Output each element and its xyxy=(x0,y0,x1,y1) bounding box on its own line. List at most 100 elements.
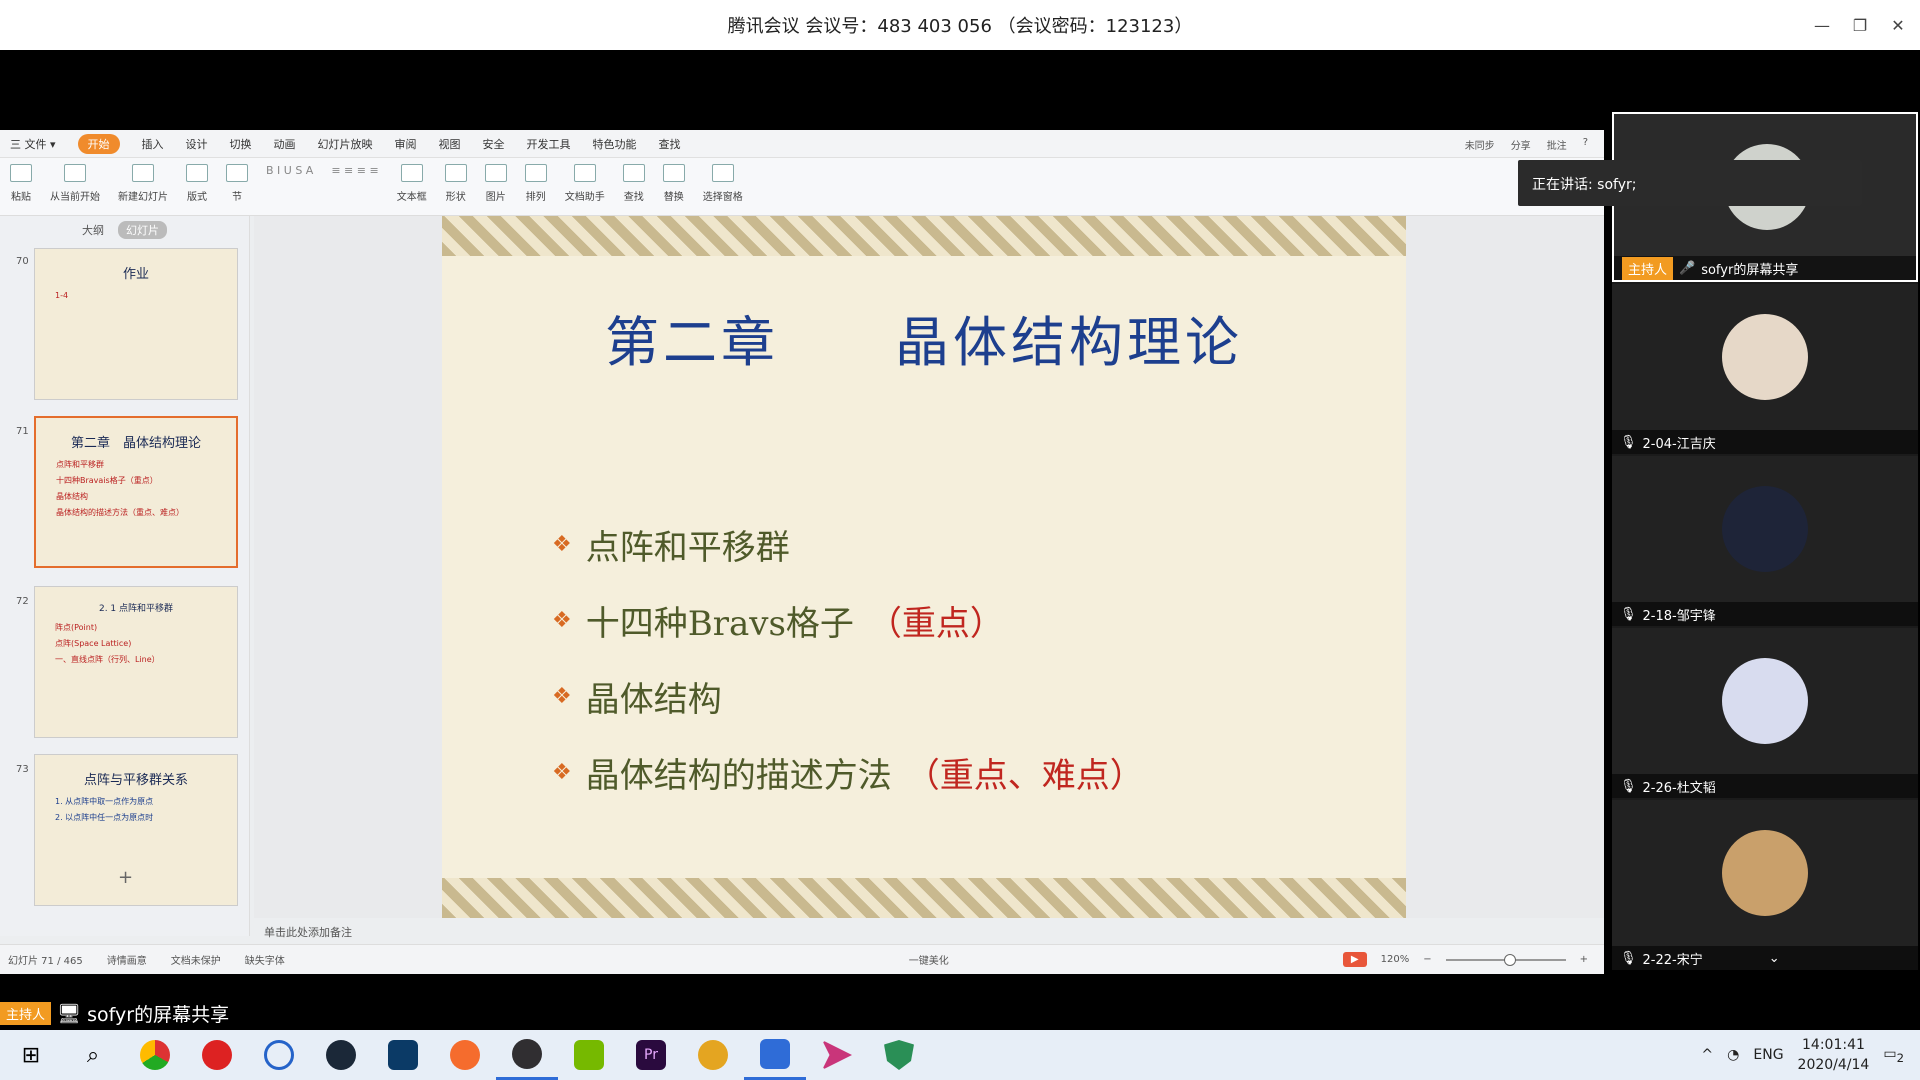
premiere-icon[interactable]: Pr xyxy=(620,1030,682,1080)
windows-start-icon[interactable]: ⊞ xyxy=(0,1030,62,1080)
section-button[interactable]: 节 xyxy=(226,164,248,203)
windows-taskbar: ⊞ ⌕ Pr ^ ◔ ENG 14:01:41 2020/4/14 ▭2 xyxy=(0,1030,1920,1080)
chrome-icon[interactable] xyxy=(124,1030,186,1080)
menu-start[interactable]: 开始 xyxy=(77,133,120,154)
slide-thumb-72[interactable]: 2. 1 点阵和平移群 阵点(Point) 点阵(Space Lattice) … xyxy=(34,586,238,738)
wifi-icon[interactable]: ◔ xyxy=(1727,1047,1739,1063)
obs-icon[interactable] xyxy=(496,1030,558,1080)
zoom-slider[interactable] xyxy=(1445,953,1566,966)
slide-canvas: 第二章 晶体结构理论 ❖ 点阵和平移群 ❖ 十四种Bravs格子 （重点） ❖ 晶体结构… xyxy=(254,216,1604,918)
arrow-app-icon[interactable] xyxy=(806,1030,868,1080)
comment-button[interactable]: 批注 xyxy=(1547,137,1567,152)
play-from-current-button[interactable]: 从当前开始 xyxy=(50,164,100,203)
participant-tile[interactable]: 🎙 2-26-杜文韬 xyxy=(1612,628,1918,798)
participant-tile[interactable]: 🎙 2-04-江吉庆 xyxy=(1612,284,1918,454)
thumb-number: 72 xyxy=(16,596,29,607)
shape-button[interactable]: 形状 xyxy=(444,164,467,203)
slide-thumb-73[interactable]: 点阵与平移群关系 1. 从点阵中取一点作为原点 2. 以点阵中任一点为原点时 xyxy=(34,754,238,906)
steam-icon[interactable] xyxy=(310,1030,372,1080)
new-slide-icon xyxy=(132,164,154,182)
new-slide-button[interactable]: 新建幻灯片 xyxy=(118,164,168,203)
origin-icon[interactable] xyxy=(434,1030,496,1080)
menu-view[interactable]: 视图 xyxy=(439,136,461,152)
search-icon[interactable]: ⌕ xyxy=(62,1030,124,1080)
beautify-button[interactable]: 一键美化 xyxy=(909,952,949,967)
menu-transition[interactable]: 切换 xyxy=(230,136,252,152)
avatar xyxy=(1722,314,1808,400)
tab-outline[interactable]: 大纲 xyxy=(82,222,104,238)
tencent-meeting-icon[interactable] xyxy=(744,1030,806,1080)
thumb-line: 点阵(Space Lattice) xyxy=(55,639,132,648)
zoom-in-icon[interactable]: + xyxy=(1580,954,1588,965)
participant-tile[interactable]: 🎙 2-22-宋宁 ⌄ xyxy=(1612,800,1918,970)
arrange-icon xyxy=(524,164,547,182)
doc-assistant-button[interactable]: 文档助手 xyxy=(565,164,605,203)
notes-area[interactable]: 单击此处添加备注 xyxy=(254,918,1604,944)
menu-file[interactable]: 三 文件 ▾ xyxy=(10,136,56,152)
menu-insert[interactable]: 插入 xyxy=(142,136,164,152)
language-indicator[interactable]: ENG xyxy=(1753,1047,1783,1063)
system-tray: ^ ◔ ENG 14:01:41 2020/4/14 ▭2 xyxy=(1701,1030,1904,1080)
picture-button[interactable]: 图片 xyxy=(484,164,507,203)
thumb-line: 1. 从点阵中取一点作为原点 xyxy=(55,797,154,806)
menu-security[interactable]: 安全 xyxy=(483,136,505,152)
menu-design[interactable]: 设计 xyxy=(186,136,208,152)
minimize-icon[interactable]: — xyxy=(1810,16,1834,35)
theme-name: 诗情画意 xyxy=(106,956,147,967)
netease-music-icon[interactable] xyxy=(186,1030,248,1080)
security-shield-icon[interactable] xyxy=(868,1030,930,1080)
presenter-name: sofyr的屏幕共享 xyxy=(87,1003,230,1026)
meeting-title-bar: 腾讯会议 会议号：483 403 056 （会议密码：123123） — ❐ ✕ xyxy=(0,0,1920,50)
wps-window: 三 文件 ▾ 开始 插入 设计 切换 动画 幻灯片放映 审阅 视图 安全 开发工… xyxy=(0,130,1604,974)
presenter-bar: 主持人 🖥 sofyr的屏幕共享 xyxy=(0,998,229,1028)
protect-status[interactable]: 文档未保护 xyxy=(171,952,221,967)
highlight-text: （重点、难点） xyxy=(905,755,1144,796)
help-icon[interactable]: ? xyxy=(1583,137,1588,152)
menu-review[interactable]: 审阅 xyxy=(395,136,417,152)
thumb-line: 点阵和平移群 xyxy=(56,460,104,469)
battlenet-icon[interactable] xyxy=(372,1030,434,1080)
thumb-line: 晶体结构的描述方法（重点、难点） xyxy=(56,508,184,517)
paragraph-controls[interactable]: ≡ ≡ ≡ ≡ xyxy=(331,164,378,177)
thumb-title: 第二章 晶体结构理论 xyxy=(70,436,201,451)
share-button[interactable]: 分享 xyxy=(1511,137,1531,152)
nvidia-icon[interactable] xyxy=(558,1030,620,1080)
slide-thumb-70[interactable]: 作业 1-4 xyxy=(34,248,238,400)
uplay-icon[interactable] xyxy=(248,1030,310,1080)
missing-font[interactable]: 缺失字体 xyxy=(245,952,285,967)
play-slideshow-icon[interactable]: ▶ xyxy=(1342,952,1367,967)
menu-slideshow[interactable]: 幻灯片放映 xyxy=(318,136,373,152)
textbox-button[interactable]: 文本框 xyxy=(397,164,427,203)
clock[interactable]: 14:01:41 2020/4/14 xyxy=(1798,1035,1870,1075)
replace-button[interactable]: 替换 xyxy=(662,164,685,203)
chevron-up-icon[interactable]: ^ xyxy=(1701,1047,1713,1063)
meeting-title: 腾讯会议 会议号：483 403 056 （会议密码：123123） xyxy=(727,16,1193,37)
zoom-level[interactable]: 120% xyxy=(1381,954,1410,965)
participant-tile[interactable]: 🎙 2-18-邹宇锋 xyxy=(1612,456,1918,626)
app-icon[interactable] xyxy=(682,1030,744,1080)
slide-thumb-71[interactable]: 第二章 晶体结构理论 点阵和平移群 十四种Bravais格子（重点） 晶体结构 … xyxy=(34,416,238,568)
mic-muted-icon: 🎙 xyxy=(1620,778,1637,794)
zoom-out-icon[interactable]: − xyxy=(1423,954,1431,965)
selection-pane-button[interactable]: 选择窗格 xyxy=(703,164,743,203)
current-slide[interactable]: 第二章 晶体结构理论 ❖ 点阵和平移群 ❖ 十四种Bravs格子 （重点） ❖ 晶体结构… xyxy=(442,216,1406,918)
menu-animation[interactable]: 动画 xyxy=(274,136,296,152)
find-button[interactable]: 查找 xyxy=(622,164,645,203)
paste-button[interactable]: 粘贴 xyxy=(10,164,32,203)
menu-search[interactable]: 查找 xyxy=(659,136,681,152)
chevron-down-icon[interactable]: ⌄ xyxy=(1769,951,1780,966)
arrange-button[interactable]: 排列 xyxy=(524,164,547,203)
sync-status[interactable]: 未同步 xyxy=(1465,137,1495,152)
add-slide-button[interactable]: + xyxy=(118,867,133,888)
close-icon[interactable]: ✕ xyxy=(1886,16,1910,35)
notification-icon[interactable]: ▭2 xyxy=(1883,1046,1904,1065)
font-controls[interactable]: B I U S A xyxy=(266,164,313,177)
menu-special[interactable]: 特色功能 xyxy=(593,136,637,152)
thumb-number: 71 xyxy=(16,426,29,437)
participant-name: 2-26-杜文韬 xyxy=(1642,780,1716,796)
tab-slides[interactable]: 幻灯片 xyxy=(118,221,167,239)
menu-dev[interactable]: 开发工具 xyxy=(527,136,571,152)
restore-icon[interactable]: ❐ xyxy=(1848,16,1872,35)
assistant-icon xyxy=(573,164,596,182)
layout-button[interactable]: 版式 xyxy=(186,164,208,203)
